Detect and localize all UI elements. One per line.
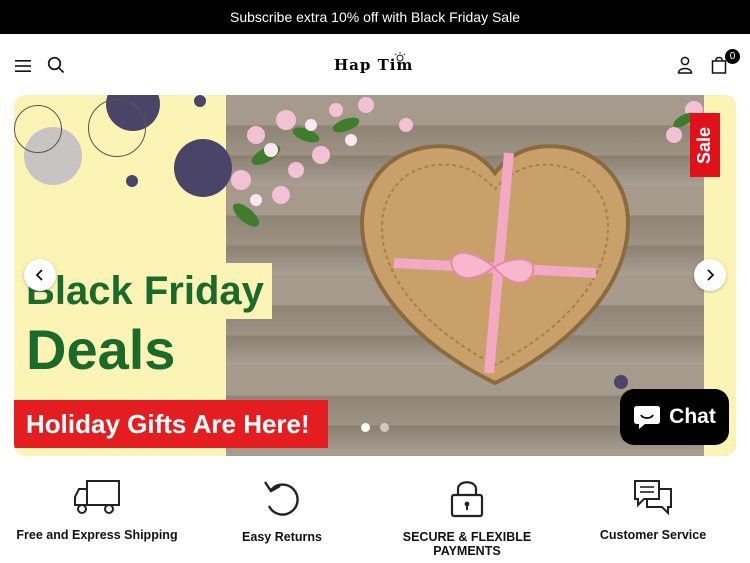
- heart-basket-illustration: [359, 144, 631, 386]
- sale-tag: Sale: [690, 113, 720, 177]
- feature-customer-service: Customer Service: [568, 478, 738, 542]
- decor-dot: [126, 175, 138, 187]
- hero-headline-line1: Black Friday: [26, 263, 272, 319]
- decor-circle: [174, 139, 232, 197]
- slide-prev-button[interactable]: [24, 259, 56, 291]
- feature-label: SECURE & FLEXIBLE PAYMENTS: [402, 530, 532, 558]
- decor-ring: [88, 99, 146, 157]
- feature-label: Customer Service: [599, 528, 707, 542]
- account-icon[interactable]: [674, 54, 696, 76]
- menu-icon[interactable]: [12, 55, 34, 77]
- slide-next-button[interactable]: [694, 259, 726, 291]
- announcement-text: Subscribe extra 10% off with Black Frida…: [230, 9, 520, 25]
- announcement-bar: Subscribe extra 10% off with Black Frida…: [0, 0, 750, 34]
- decor-dot: [194, 95, 206, 107]
- slide-dot-active[interactable]: [361, 423, 370, 432]
- undo-icon: [264, 481, 299, 516]
- chat-bubbles-icon: [634, 480, 672, 516]
- feature-label: Easy Returns: [242, 530, 322, 544]
- feature-shipping: Free and Express Shipping: [12, 478, 182, 542]
- hero-banner: Holiday Gifts Are Here!: [14, 400, 328, 448]
- search-icon[interactable]: [45, 54, 67, 76]
- chat-label: Chat: [669, 405, 716, 428]
- decor-ring: [14, 105, 62, 153]
- chevron-right-icon: [707, 269, 715, 281]
- feature-returns: Easy Returns: [197, 478, 367, 544]
- hero-headline-line2: Deals: [26, 317, 222, 383]
- slide-dot[interactable]: [380, 423, 389, 432]
- cart-count-badge: 0: [725, 49, 740, 64]
- truck-icon: [74, 480, 120, 514]
- feature-label: Free and Express Shipping: [16, 528, 178, 542]
- feature-payments: SECURE & FLEXIBLE PAYMENTS: [382, 478, 552, 558]
- chat-bubble-icon: [634, 406, 661, 429]
- chevron-left-icon: [35, 269, 43, 281]
- lock-icon: [450, 481, 484, 518]
- logo-text: Hap Tim: [334, 56, 414, 74]
- chat-button[interactable]: Chat: [620, 389, 729, 445]
- site-logo[interactable]: Hap Tim: [334, 52, 418, 76]
